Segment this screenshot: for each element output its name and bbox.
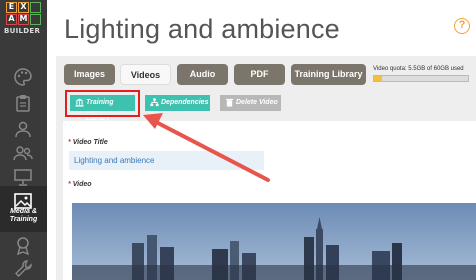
video-label-text: Video: [72, 181, 92, 188]
delete-video-button-label: Delete Video: [236, 99, 278, 106]
palette-icon[interactable]: [9, 66, 37, 88]
user-icon[interactable]: [9, 118, 37, 140]
help-icon[interactable]: ?: [454, 18, 470, 34]
clipboard-icon[interactable]: [9, 92, 37, 114]
tab-audio[interactable]: Audio: [177, 64, 228, 85]
logo-block: [30, 14, 41, 25]
logo-block: [30, 2, 41, 13]
exam-builder-logo[interactable]: E X A M BUILDER: [3, 2, 44, 35]
delete-video-button[interactable]: Delete Video: [220, 95, 281, 111]
trash-icon: [225, 98, 234, 107]
video-title-input[interactable]: Lighting and ambience: [69, 151, 264, 170]
logo-letter-m: M: [18, 14, 29, 25]
required-mark: *: [68, 181, 71, 188]
video-label: * Video: [68, 181, 92, 188]
required-mark: *: [68, 139, 71, 146]
presentation-icon[interactable]: [9, 166, 37, 188]
video-quota-text: Video quota: 5.5GB of 60GB used: [373, 66, 464, 72]
award-icon[interactable]: [9, 234, 37, 256]
sidebar-label-line1: Media &: [10, 208, 37, 215]
highlight-box: [65, 90, 140, 117]
page-title: Lighting and ambience: [64, 14, 340, 44]
video-quota-fill: [374, 76, 383, 81]
tab-images[interactable]: Images: [64, 64, 115, 85]
tab-videos[interactable]: Videos: [120, 64, 171, 85]
tab-pdf[interactable]: PDF: [234, 64, 285, 85]
video-quota-bar: [373, 75, 469, 82]
dependencies-button[interactable]: Dependencies: [145, 95, 210, 111]
city-skyline-image: [72, 203, 476, 280]
logo-letter-e: E: [6, 2, 17, 13]
video-title-label: * Video Title: [68, 139, 108, 146]
sidebar: E X A M BUILDER Media & Training: [0, 0, 47, 280]
users-icon[interactable]: [9, 142, 37, 164]
tab-training-library[interactable]: Training Library: [291, 64, 366, 85]
logo-letter-x: X: [18, 2, 29, 13]
logo-text: BUILDER: [4, 27, 41, 35]
video-title-label-text: Video Title: [72, 139, 108, 146]
sitemap-icon: [150, 98, 159, 107]
wrench-icon[interactable]: [9, 258, 37, 280]
logo-letter-a: A: [6, 14, 17, 25]
sidebar-item-label: Media & Training: [0, 208, 47, 224]
video-preview[interactable]: [72, 203, 476, 280]
sidebar-label-line2: Training: [9, 216, 38, 223]
dependencies-button-label: Dependencies: [161, 99, 209, 106]
